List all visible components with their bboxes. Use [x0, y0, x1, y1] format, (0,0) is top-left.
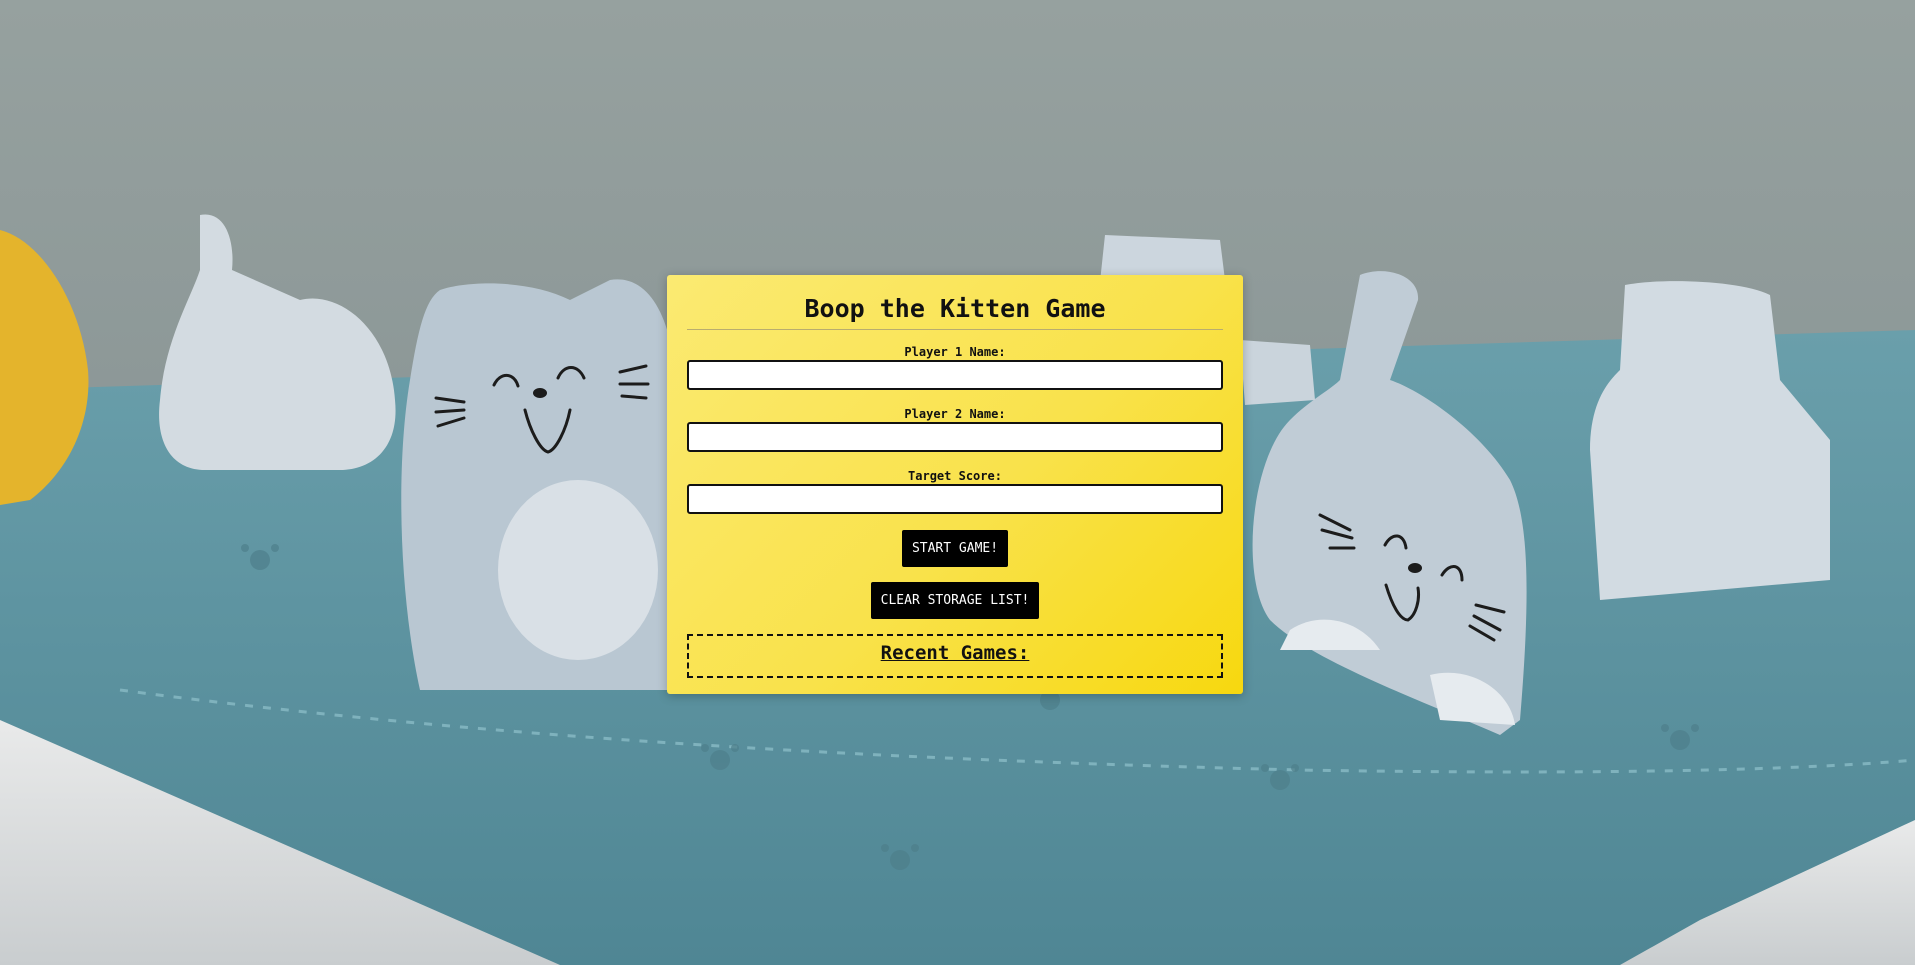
target-score-label: Target Score:: [908, 469, 1002, 483]
page-title: Boop the Kitten Game: [804, 294, 1106, 323]
clear-button-row: CLEAR STORAGE LIST!: [687, 582, 1223, 619]
recent-games-box: Recent Games:: [687, 634, 1223, 678]
player2-label: Player 2 Name:: [904, 407, 1006, 421]
clear-storage-button[interactable]: CLEAR STORAGE LIST!: [870, 582, 1040, 619]
recent-games-title: Recent Games:: [880, 642, 1030, 664]
player1-name-input[interactable]: [687, 360, 1223, 390]
start-button-row: START GAME!: [687, 530, 1223, 567]
player1-label: Player 1 Name:: [904, 345, 1006, 359]
game-setup-panel: Boop the Kitten Game Player 1 Name: Play…: [667, 275, 1243, 694]
player2-name-input[interactable]: [687, 422, 1223, 452]
start-game-button[interactable]: START GAME!: [901, 530, 1009, 567]
target-score-input[interactable]: [687, 484, 1223, 514]
title-divider: [687, 329, 1223, 330]
